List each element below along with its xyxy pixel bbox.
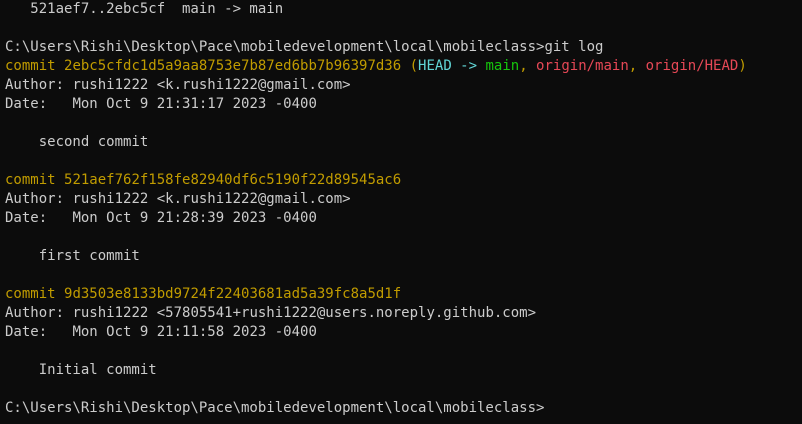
- author-label: Author:: [5, 191, 73, 207]
- final-prompt-path: C:\Users\Rishi\Desktop\Pace\mobiledevelo…: [5, 400, 545, 416]
- author-label: Author:: [5, 77, 73, 93]
- push-result-line: 521aef7..2ebc5cf main -> main: [5, 0, 802, 19]
- date-value: Mon Oct 9 21:11:58 2023 -0400: [72, 324, 317, 340]
- ref-open-paren: (: [401, 58, 419, 74]
- ref-branch-main: main: [485, 58, 520, 74]
- author-value: rushi1222 <k.rushi1222@gmail.com>: [72, 77, 351, 93]
- commit-hash: 521aef762f158fe82940df6c5190f22d89545ac6: [64, 172, 402, 188]
- commit-line: commit 521aef762f158fe82940df6c5190f22d8…: [5, 171, 802, 190]
- ref-close-paren: ): [738, 58, 747, 74]
- ref-separator: ,: [519, 58, 537, 74]
- ref-separator: ,: [628, 58, 646, 74]
- commit-message: Initial commit: [5, 362, 157, 378]
- ref-origin-main: origin/main: [536, 58, 629, 74]
- author-value: rushi1222 <57805541+rushi1222@users.nore…: [72, 305, 537, 321]
- date-value: Mon Oct 9 21:28:39 2023 -0400: [72, 210, 317, 226]
- author-label: Author:: [5, 305, 73, 321]
- commit-keyword: commit: [5, 172, 56, 188]
- commit-line: commit 9d3503e8133bd9724f22403681ad5a39f…: [5, 285, 802, 304]
- author-line: Author: rushi1222 <k.rushi1222@gmail.com…: [5, 190, 802, 209]
- commit-message: second commit: [5, 134, 149, 150]
- author-value: rushi1222 <k.rushi1222@gmail.com>: [72, 191, 351, 207]
- date-label: Date:: [5, 324, 73, 340]
- date-line: Date: Mon Oct 9 21:28:39 2023 -0400: [5, 209, 802, 228]
- ref-origin-head: origin/HEAD: [645, 58, 739, 74]
- terminal-window[interactable]: 521aef7..2ebc5cf main -> main C:\Users\R…: [0, 0, 802, 424]
- date-line: Date: Mon Oct 9 21:11:58 2023 -0400: [5, 323, 802, 342]
- ref-head: HEAD: [418, 58, 452, 74]
- push-result-text: 521aef7..2ebc5cf main -> main: [5, 1, 284, 17]
- commit-hash: 2ebc5cfdc1d5a9aa8753e7b87ed6bb7b96397d36: [64, 58, 402, 74]
- commit-message: first commit: [5, 248, 140, 264]
- date-line: Date: Mon Oct 9 21:31:17 2023 -0400: [5, 95, 802, 114]
- commit-keyword: commit: [5, 58, 56, 74]
- commit-keyword: commit: [5, 286, 56, 302]
- final-prompt-line[interactable]: C:\Users\Rishi\Desktop\Pace\mobiledevelo…: [5, 399, 802, 418]
- author-line: Author: rushi1222 <57805541+rushi1222@us…: [5, 304, 802, 323]
- prompt-path: C:\Users\Rishi\Desktop\Pace\mobiledevelo…: [5, 39, 545, 55]
- author-line: Author: rushi1222 <k.rushi1222@gmail.com…: [5, 76, 802, 95]
- prompt-line: C:\Users\Rishi\Desktop\Pace\mobiledevelo…: [5, 38, 802, 57]
- date-label: Date:: [5, 210, 73, 226]
- date-label: Date:: [5, 96, 73, 112]
- date-value: Mon Oct 9 21:31:17 2023 -0400: [72, 96, 317, 112]
- ref-arrow: ->: [451, 58, 486, 74]
- prompt-command: git log: [544, 39, 604, 55]
- commit-hash: 9d3503e8133bd9724f22403681ad5a39fc8a5d1f: [64, 286, 402, 302]
- commit-line: commit 2ebc5cfdc1d5a9aa8753e7b87ed6bb7b9…: [5, 57, 802, 76]
